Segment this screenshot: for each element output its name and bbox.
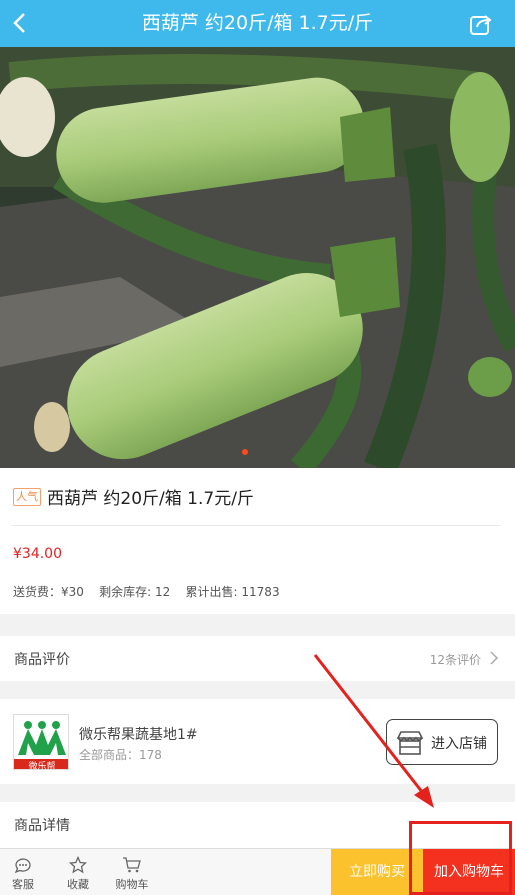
product-image[interactable] <box>0 47 515 468</box>
product-price: ¥34.00 <box>13 546 62 562</box>
enter-shop-button[interactable]: 进入店铺 <box>386 719 498 765</box>
carousel-indicator[interactable] <box>242 449 248 455</box>
star-icon <box>69 856 87 874</box>
review-count: 12条评价 <box>429 653 481 667</box>
cart-icon <box>123 857 141 873</box>
tab-service[interactable]: 客服 <box>5 849 41 895</box>
review-row[interactable]: 商品评价 12条评价 <box>0 636 515 681</box>
divider <box>12 525 500 526</box>
top-bar: 西葫芦 约20斤/箱 1.7元/斤 <box>0 0 515 47</box>
product-stats: 送货费：¥30 剩余库存: 12 累计出售: 11783 <box>13 585 280 599</box>
review-label: 商品评价 <box>14 652 70 668</box>
shop-logo: 微乐帮 <box>13 714 69 770</box>
tab-cart[interactable]: 购物车 <box>110 849 154 895</box>
chat-icon <box>14 858 31 874</box>
tab-favorite-label: 收藏 <box>67 878 89 891</box>
add-to-cart-button[interactable]: 加入购物车 <box>423 849 515 895</box>
page-title: 西葫芦 约20斤/箱 1.7元/斤 <box>141 12 374 34</box>
enter-shop-label: 进入店铺 <box>431 736 487 752</box>
tab-service-label: 客服 <box>12 878 34 891</box>
buy-now-button[interactable]: 立即购买 <box>331 849 423 895</box>
product-title: 西葫芦 约20斤/箱 1.7元/斤 <box>47 489 254 509</box>
hot-tag-badge: 人气 <box>13 488 41 506</box>
shop-logo-text: 微乐帮 <box>28 760 55 770</box>
share-icon[interactable] <box>469 12 493 36</box>
tab-cart-label: 购物车 <box>115 878 149 891</box>
store-icon <box>396 731 424 755</box>
chevron-right-icon <box>490 651 499 665</box>
shop-name: 微乐帮果蔬基地1# <box>79 727 198 743</box>
details-label: 商品详情 <box>14 818 70 834</box>
tab-favorite[interactable]: 收藏 <box>58 849 98 895</box>
shop-product-count: 全部商品：178 <box>79 748 162 762</box>
details-row[interactable]: 商品详情 <box>0 802 515 848</box>
